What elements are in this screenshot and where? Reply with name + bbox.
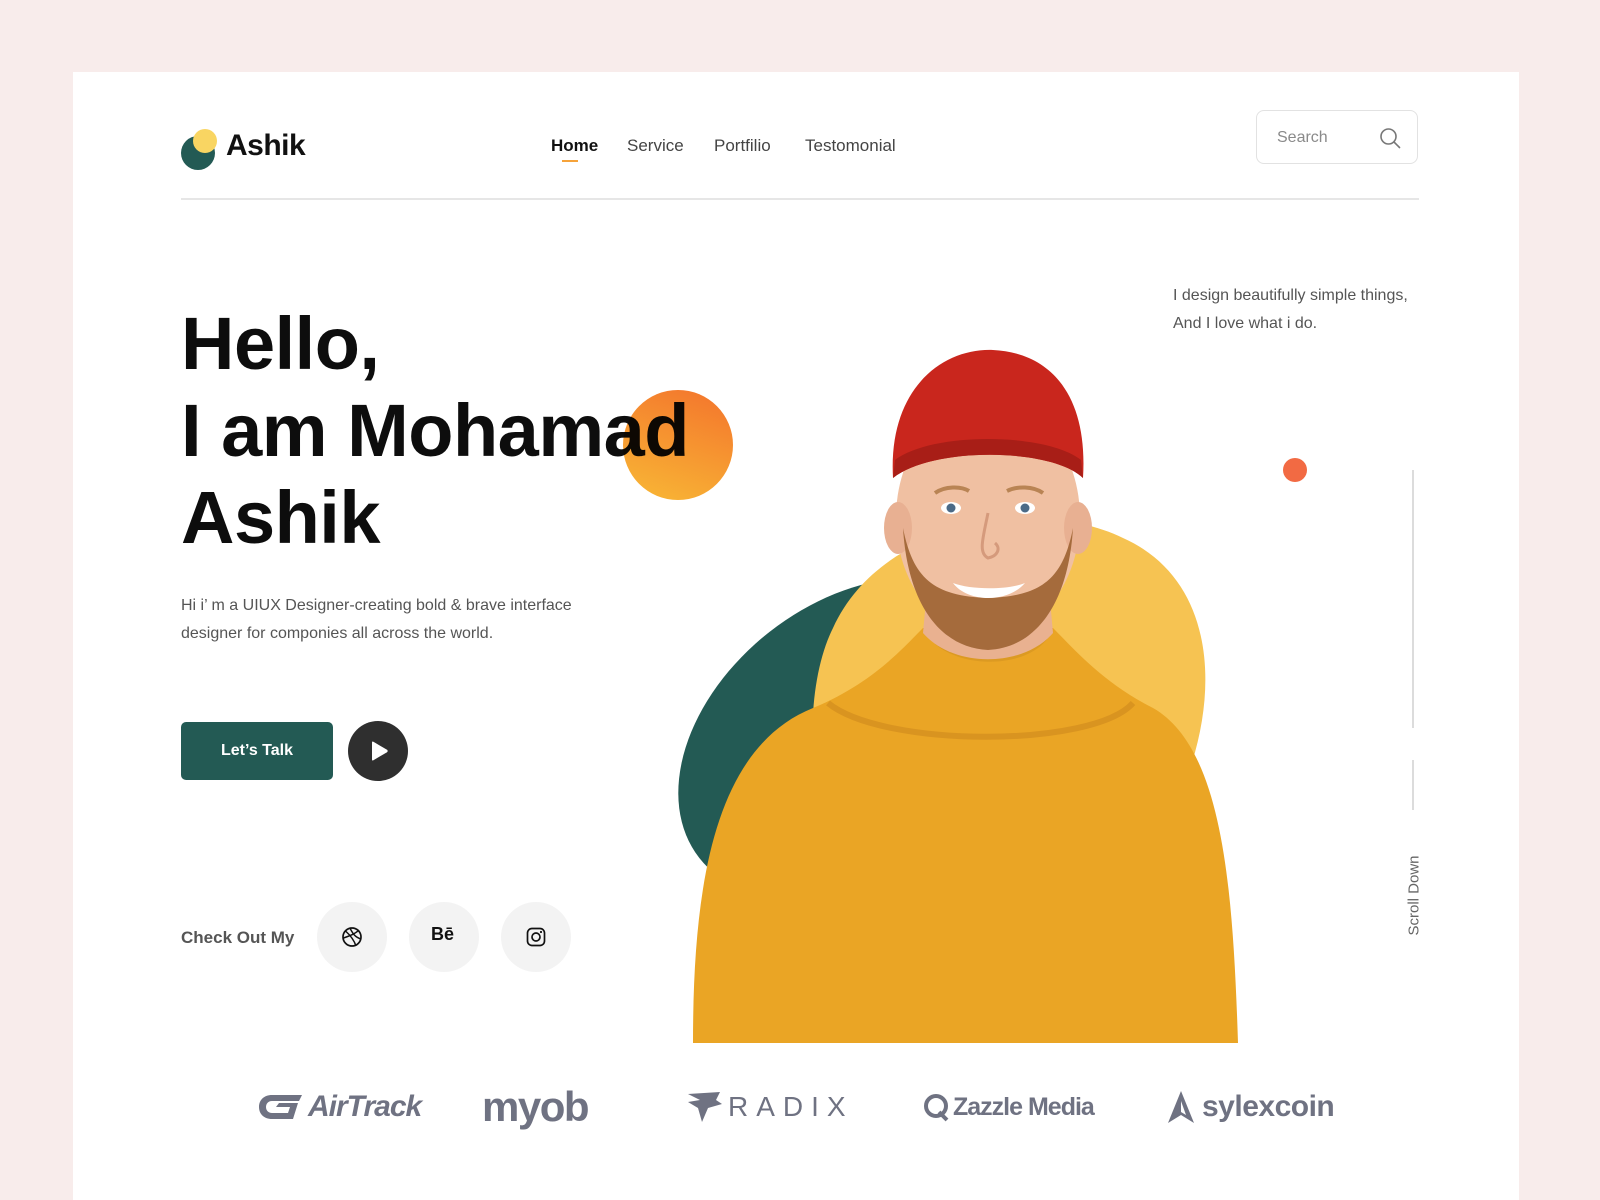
nav-active-indicator	[562, 160, 578, 162]
sylexcoin-logo-icon	[1168, 1091, 1194, 1123]
decorative-red-dot	[1283, 458, 1307, 482]
airtrack-logo-icon	[259, 1095, 302, 1119]
search-box[interactable]	[1256, 110, 1418, 164]
zazzle-logo-icon	[924, 1094, 949, 1122]
search-icon[interactable]	[1379, 127, 1401, 149]
brand-airtrack-text: AirTrack	[308, 1090, 422, 1123]
behance-icon: Bē	[431, 924, 455, 944]
brand-airtrack: AirTrack	[258, 1082, 422, 1132]
scroll-track	[1412, 470, 1414, 728]
nav-item-service[interactable]: Service	[627, 136, 684, 156]
portrait-image	[678, 349, 1238, 1043]
logo-mark-icon	[181, 129, 217, 170]
hero-title-line-2: I am Mohamad	[181, 389, 690, 472]
nav-item-testimonial[interactable]: Testomonial	[805, 136, 896, 156]
play-icon	[372, 741, 388, 761]
instagram-icon	[526, 927, 546, 947]
radix-logo-icon	[688, 1092, 722, 1122]
scroll-indicator[interactable]	[1412, 760, 1414, 810]
brand-radix-text: RADIX	[728, 1091, 854, 1122]
logo-text: Ashik	[226, 129, 306, 162]
lets-talk-button[interactable]: Let’s Talk	[181, 722, 333, 780]
check-out-label: Check Out My	[181, 928, 295, 947]
brand-myob-text: myob	[482, 1083, 590, 1130]
brand-sylexcoin: sylexcoin	[1166, 1082, 1335, 1132]
logo[interactable]: Ashik	[181, 127, 331, 171]
hero-title: Hello, I am Mohamad Ashik	[181, 300, 690, 561]
nav-item-home[interactable]: Home	[551, 136, 598, 156]
instagram-button[interactable]	[501, 902, 571, 972]
brand-zazzle-text: Zazzle Media	[953, 1092, 1095, 1121]
header-divider	[181, 198, 1419, 200]
search-input[interactable]	[1275, 125, 1379, 151]
brand-zazzle-media: Zazzle Media	[923, 1082, 1095, 1132]
brand-myob: myob	[482, 1082, 590, 1132]
hero-description: Hi i’ m a UIUX Designer-creating bold & …	[181, 597, 572, 642]
brand-sylexcoin-text: sylexcoin	[1202, 1090, 1335, 1123]
nav-item-portfolio[interactable]: Portfilio	[714, 136, 771, 156]
hero-title-line-1: Hello,	[181, 302, 380, 385]
dribbble-icon	[342, 927, 362, 947]
brand-radix: RADIX	[686, 1082, 854, 1132]
dribbble-button[interactable]	[317, 902, 387, 972]
behance-button[interactable]: Bē	[409, 902, 479, 972]
page-card: Ashik Home Service Portfilio Testomonial…	[73, 72, 1519, 1200]
decorative-orange-circle	[623, 390, 733, 500]
scroll-down-label[interactable]: Scroll Down	[1406, 846, 1423, 935]
hero-title-line-3: Ashik	[181, 476, 381, 559]
play-video-button[interactable]	[348, 721, 408, 781]
